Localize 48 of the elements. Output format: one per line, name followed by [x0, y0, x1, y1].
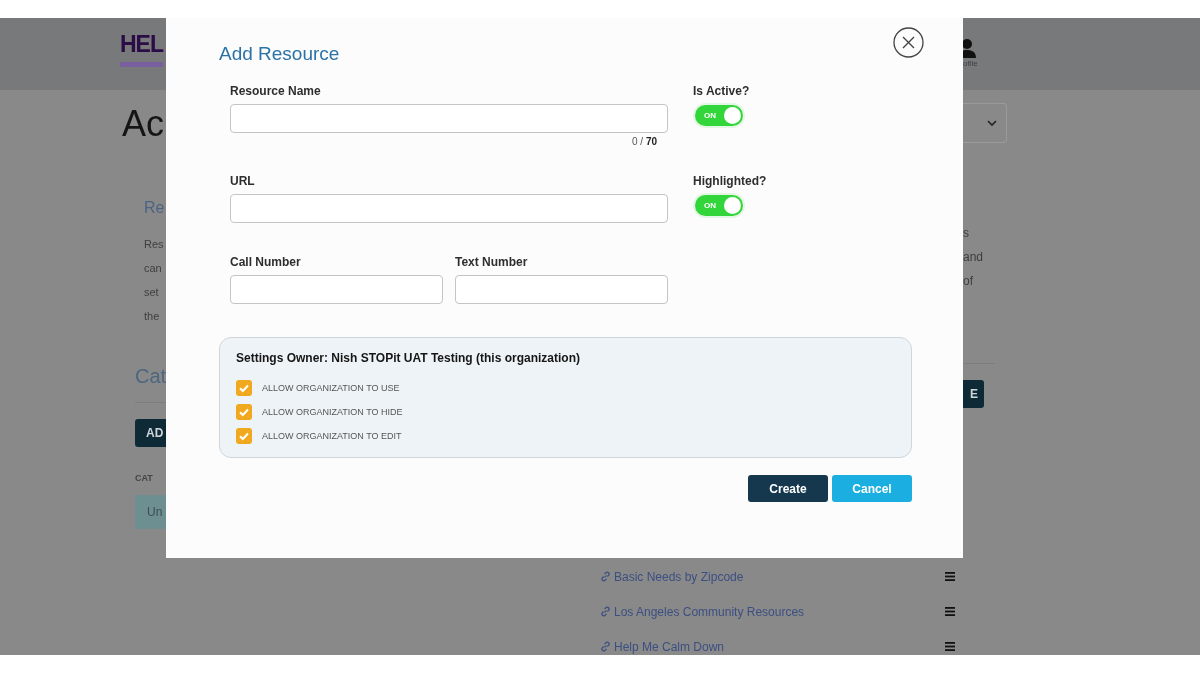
- link-icon: [600, 606, 611, 617]
- column-header: CAT: [135, 473, 154, 483]
- checkbox-label: ALLOW ORGANIZATION TO HIDE: [262, 407, 403, 417]
- paragraph-line: can: [144, 261, 163, 276]
- toggle-label: Highlighted?: [693, 174, 768, 188]
- character-counter: 0 / 70: [630, 136, 657, 147]
- toggle-label: Is Active?: [693, 84, 751, 98]
- paragraph-line: s: [963, 225, 970, 242]
- drag-handle-icon[interactable]: [945, 572, 955, 581]
- resource-link[interactable]: Help Me Calm Down: [600, 639, 725, 654]
- paragraph-line: of: [963, 273, 974, 290]
- checkbox[interactable]: [236, 404, 252, 420]
- settings-title: Settings Owner: Nish STOPit UAT Testing (this organization): [236, 351, 581, 365]
- paragraph-line: the: [144, 309, 161, 324]
- section-heading: Re: [144, 198, 166, 218]
- checkbox-label: ALLOW ORGANIZATION TO EDIT: [262, 431, 402, 441]
- field-label: Text Number: [455, 255, 529, 269]
- field-label: URL: [230, 174, 256, 188]
- text-number-field[interactable]: [455, 275, 668, 304]
- table-cell[interactable]: Un: [135, 495, 166, 529]
- categories-heading: Cat: [135, 364, 166, 388]
- paragraph-line: and: [963, 249, 985, 266]
- checkbox[interactable]: [236, 428, 252, 444]
- paragraph-line: set: [144, 285, 160, 300]
- field-label: Call Number: [230, 255, 302, 269]
- call-number-field[interactable]: [230, 275, 443, 304]
- link-icon: [600, 571, 611, 582]
- checkbox-label: ALLOW ORGANIZATION TO USE: [262, 383, 400, 393]
- resource-link[interactable]: Basic Needs by Zipcode: [600, 569, 744, 584]
- resource-link[interactable]: Los Angeles Community Resources: [600, 604, 805, 619]
- url-field[interactable]: [230, 194, 668, 223]
- cancel-button[interactable]: Cancel: [832, 475, 912, 502]
- page-heading: Ac: [122, 104, 165, 144]
- field-label: Resource Name: [230, 84, 322, 98]
- toggle-switch[interactable]: ON: [693, 103, 745, 128]
- action-button[interactable]: E: [963, 380, 984, 408]
- paragraph-line: Res: [144, 237, 165, 252]
- checkbox[interactable]: [236, 380, 252, 396]
- close-button[interactable]: [893, 27, 924, 58]
- link-icon: [600, 641, 611, 652]
- resource-name-field[interactable]: [230, 104, 668, 133]
- create-button[interactable]: Create: [748, 475, 828, 502]
- dialog-title: Add Resource: [219, 43, 340, 65]
- drag-handle-icon[interactable]: [945, 642, 955, 651]
- chevron-down-icon: [987, 119, 997, 127]
- add-button[interactable]: AD: [135, 419, 166, 447]
- drag-handle-icon[interactable]: [945, 607, 955, 616]
- toggle-switch[interactable]: ON: [693, 193, 745, 218]
